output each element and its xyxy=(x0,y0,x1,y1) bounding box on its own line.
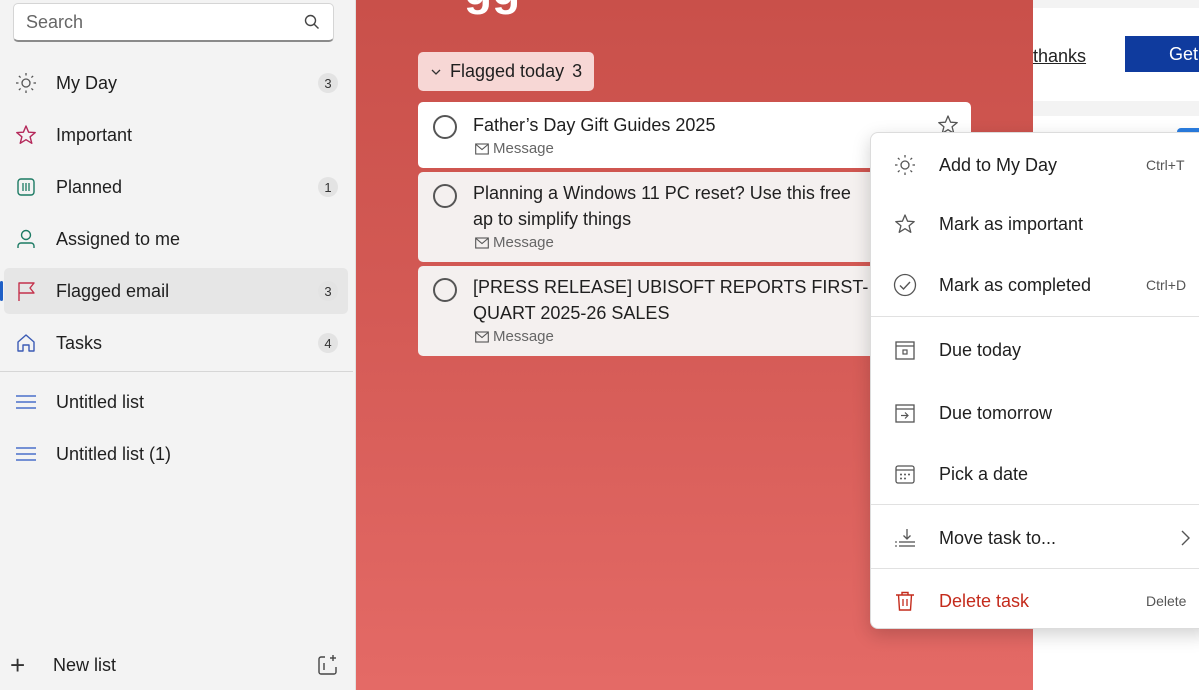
list-icon xyxy=(14,442,38,466)
task-meta-label: Message xyxy=(493,140,554,157)
plus-icon: + xyxy=(10,650,26,680)
sidebar-item-label: Tasks xyxy=(56,332,103,353)
task-title: Planning a Windows 11 PC reset? Use this… xyxy=(473,183,851,229)
sidebar-item-label: Flagged email xyxy=(56,280,170,301)
home-icon xyxy=(14,331,38,355)
calendar-arrow-icon xyxy=(893,401,917,425)
calendar-pick-icon xyxy=(893,462,917,486)
new-group-icon[interactable] xyxy=(316,653,340,677)
complete-checkbox[interactable] xyxy=(433,115,457,139)
sidebar-item-label: Assigned to me xyxy=(56,228,181,249)
flag-icon xyxy=(14,279,38,303)
menu-item-label: Delete task xyxy=(939,590,1030,611)
search-input[interactable] xyxy=(26,11,303,33)
task-meta: Message xyxy=(475,234,554,251)
menu-item-label: Add to My Day xyxy=(939,154,1058,175)
menu-item-add-to-my-day[interactable]: Add to My Day Ctrl+T xyxy=(871,137,1199,193)
sidebar-item-label: Untitled list (1) xyxy=(56,443,172,464)
sidebar-item-flagged-email[interactable]: Flagged email 3 xyxy=(0,268,348,314)
no-thanks-link[interactable]: thanks xyxy=(1033,46,1086,67)
task-context-menu: Add to My Day Ctrl+T Mark as important M… xyxy=(870,132,1199,629)
get-button[interactable]: Get xyxy=(1125,36,1199,72)
menu-item-due-today[interactable]: Due today xyxy=(871,322,1199,378)
sidebar: My Day 3 Important Planned 1 Assigned to… xyxy=(0,0,356,690)
task-title: [PRESS RELEASE] UBISOFT REPORTS FIRST-QU… xyxy=(473,277,869,323)
sidebar-item-important[interactable]: Important xyxy=(4,112,348,158)
menu-item-label: Mark as completed xyxy=(939,274,1092,295)
sun-icon xyxy=(893,153,917,177)
chevron-down-icon xyxy=(431,69,441,75)
shortcut-label: Ctrl+T xyxy=(1146,157,1185,173)
mail-icon xyxy=(475,142,489,155)
sidebar-item-label: My Day xyxy=(56,72,118,93)
menu-item-delete-task[interactable]: Delete task Delete xyxy=(871,573,1199,629)
menu-divider xyxy=(871,568,1199,569)
menu-item-label: Mark as important xyxy=(939,213,1084,234)
menu-item-due-tomorrow[interactable]: Due tomorrow xyxy=(871,385,1199,441)
person-icon xyxy=(14,227,38,251)
list-icon xyxy=(14,390,38,414)
move-icon xyxy=(893,526,917,550)
task-meta: Message xyxy=(475,328,554,345)
sidebar-list-untitled-1[interactable]: Untitled list (1) xyxy=(4,431,348,477)
task-title: Father’s Day Gift Guides 2025 xyxy=(473,115,716,135)
menu-item-label: Due tomorrow xyxy=(939,402,1053,423)
sidebar-item-label: Planned xyxy=(56,176,123,197)
new-list-label: New list xyxy=(53,654,117,675)
check-circle-icon xyxy=(893,273,917,297)
new-list-button[interactable]: + New list xyxy=(10,648,340,682)
count-badge: 1 xyxy=(318,177,338,197)
chevron-right-icon xyxy=(1181,530,1190,546)
count-badge: 4 xyxy=(318,333,338,353)
sidebar-item-assigned[interactable]: Assigned to me xyxy=(4,216,348,262)
task-meta-label: Message xyxy=(493,234,554,251)
shortcut-label: Ctrl+D xyxy=(1146,277,1187,293)
group-count: 3 xyxy=(572,61,583,81)
trash-icon xyxy=(893,589,917,613)
sidebar-item-my-day[interactable]: My Day 3 xyxy=(4,60,348,106)
menu-item-label: Due today xyxy=(939,339,1022,360)
complete-checkbox[interactable] xyxy=(433,184,457,208)
star-icon xyxy=(14,123,38,147)
sidebar-item-planned[interactable]: Planned 1 xyxy=(4,164,348,210)
menu-item-pick-date[interactable]: Pick a date xyxy=(871,446,1199,502)
sun-icon xyxy=(14,71,38,95)
star-icon xyxy=(893,212,917,236)
task-meta-label: Message xyxy=(493,328,554,345)
sidebar-item-label: Important xyxy=(56,124,133,145)
sidebar-item-tasks[interactable]: Tasks 4 xyxy=(4,320,348,366)
count-badge: 3 xyxy=(318,73,338,93)
shortcut-label: Delete xyxy=(1146,593,1187,609)
sidebar-divider xyxy=(0,371,353,372)
mail-icon xyxy=(475,236,489,249)
menu-item-mark-completed[interactable]: Mark as completed Ctrl+D xyxy=(871,257,1199,313)
group-header-flagged-today[interactable]: Flagged today 3 xyxy=(418,52,595,91)
group-label: Flagged today xyxy=(450,61,565,81)
count-badge: 3 xyxy=(318,281,338,301)
sidebar-list-untitled[interactable]: Untitled list xyxy=(4,379,348,425)
menu-divider xyxy=(871,316,1199,317)
mail-icon xyxy=(475,330,489,343)
menu-item-label: Pick a date xyxy=(939,463,1029,484)
sidebar-item-label: Untitled list xyxy=(56,391,145,412)
active-indicator xyxy=(0,281,3,301)
menu-item-label: Move task to... xyxy=(939,527,1057,548)
page-title: gg xyxy=(464,0,520,16)
search-box[interactable] xyxy=(13,3,334,42)
task-meta: Message xyxy=(475,140,554,157)
search-icon[interactable] xyxy=(303,13,321,31)
menu-item-mark-important[interactable]: Mark as important xyxy=(871,196,1199,252)
calendar-today-icon xyxy=(893,338,917,362)
menu-divider xyxy=(871,504,1199,505)
menu-item-move-task[interactable]: Move task to... xyxy=(871,510,1199,566)
complete-checkbox[interactable] xyxy=(433,278,457,302)
calendar-grid-icon xyxy=(14,175,38,199)
